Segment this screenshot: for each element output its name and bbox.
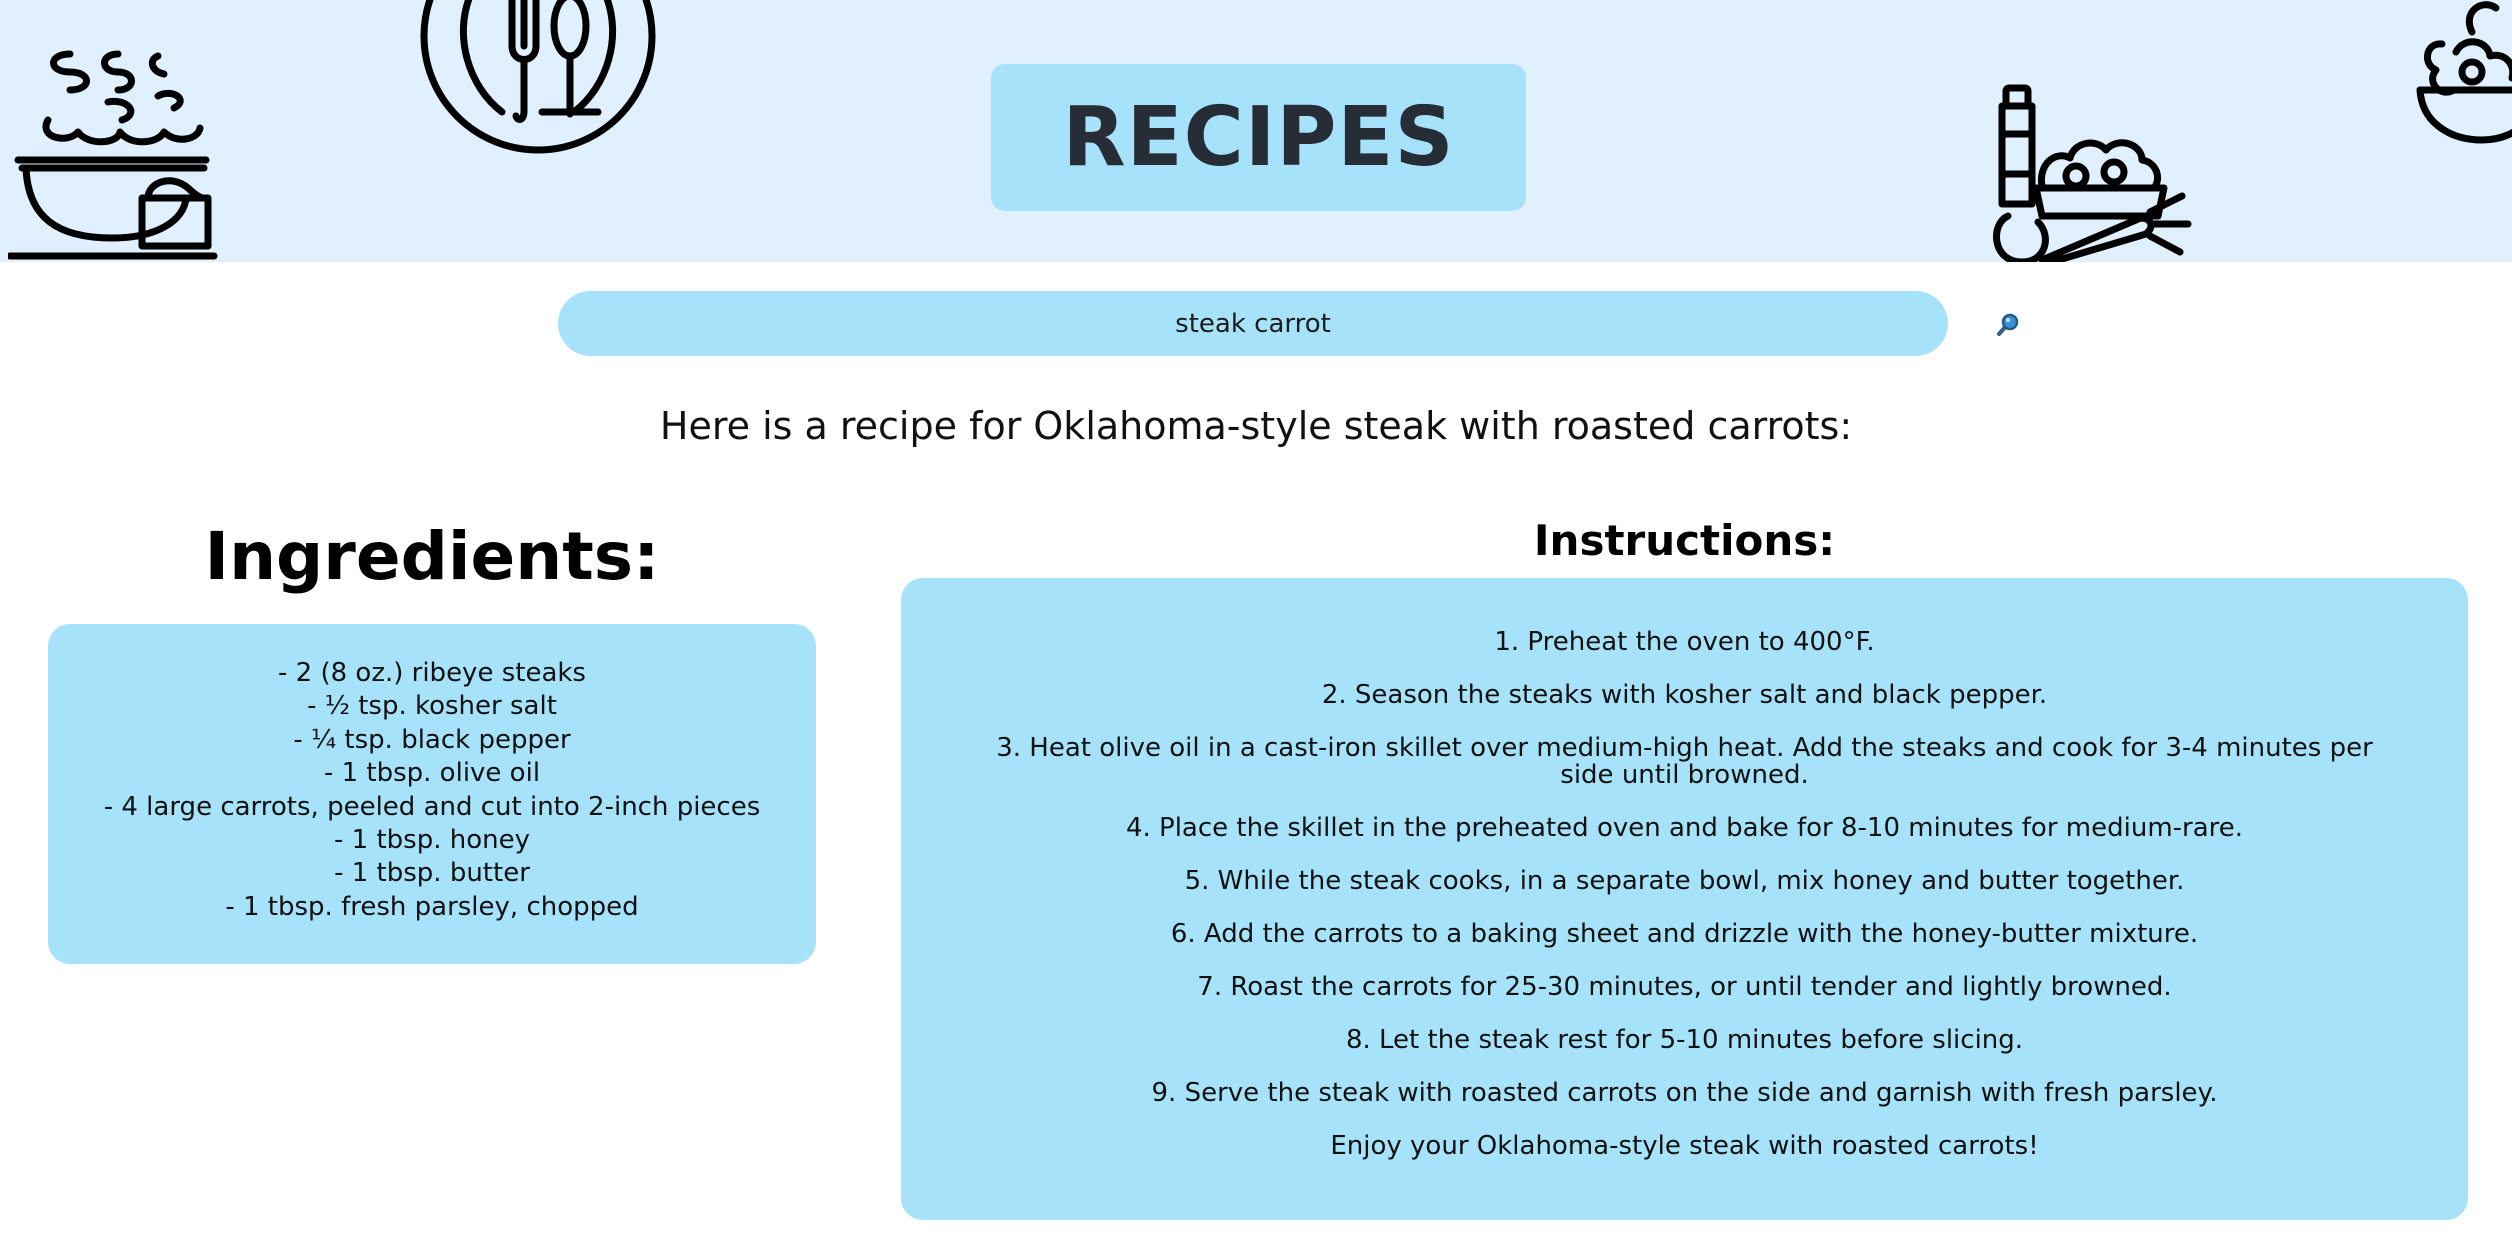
ingredients-panel: - 2 (8 oz.) ribeye steaks - ½ tsp. koshe… bbox=[48, 624, 816, 964]
recipe-intro: Here is a recipe for Oklahoma-style stea… bbox=[659, 404, 1853, 448]
instructions-heading: Instructions: bbox=[1533, 516, 1836, 565]
instruction-step: 1. Preheat the oven to 400°F. bbox=[1494, 627, 1875, 657]
ingredient-item: - ½ tsp. kosher salt bbox=[307, 691, 557, 722]
page-title: RECIPES bbox=[1062, 90, 1455, 185]
instructions-panel: 1. Preheat the oven to 400°F. 2. Season … bbox=[901, 578, 2468, 1220]
instruction-step: 7. Roast the carrots for 25-30 minutes, … bbox=[1197, 972, 2172, 1002]
instruction-step: 5. While the steak cooks, in a separate … bbox=[1184, 866, 2185, 896]
ingredients-heading: Ingredients: bbox=[204, 518, 660, 595]
search-bar[interactable] bbox=[558, 291, 1948, 356]
page-header: RECIPES bbox=[0, 0, 2512, 262]
closing-note: Enjoy your Oklahoma-style steak with roa… bbox=[1330, 1131, 2039, 1161]
ingredient-item: - 1 tbsp. honey bbox=[334, 825, 530, 856]
ingredient-item: - ¼ tsp. black pepper bbox=[293, 724, 571, 755]
instruction-step: 6. Add the carrots to a baking sheet and… bbox=[1170, 919, 2199, 949]
search-input[interactable] bbox=[651, 307, 1855, 340]
salad-bowl-icon bbox=[2412, 0, 2512, 154]
instruction-step: 9. Serve the steak with roasted carrots … bbox=[1151, 1078, 2218, 1108]
instruction-step: 4. Place the skillet in the preheated ov… bbox=[1125, 813, 2244, 843]
instruction-step: 2. Season the steaks with kosher salt an… bbox=[1321, 680, 2048, 710]
search-button[interactable] bbox=[1990, 308, 2024, 342]
ingredient-item: - 1 tbsp. fresh parsley, chopped bbox=[225, 891, 639, 922]
ingredient-item: - 1 tbsp. olive oil bbox=[323, 758, 541, 789]
title-banner: RECIPES bbox=[991, 64, 1526, 211]
ingredient-item: - 4 large carrots, peeled and cut into 2… bbox=[103, 791, 761, 822]
instruction-step: 3. Heat olive oil in a cast-iron skillet… bbox=[996, 733, 2373, 790]
steaming-pot-icon bbox=[8, 48, 218, 262]
groceries-bag-icon bbox=[1986, 84, 2192, 262]
ingredient-item: - 2 (8 oz.) ribeye steaks bbox=[278, 658, 586, 688]
magnifier-icon bbox=[1997, 313, 2019, 336]
plate-fork-spoon-icon bbox=[418, 0, 660, 162]
ingredient-item: - 1 tbsp. butter bbox=[334, 858, 530, 889]
instruction-step: 8. Let the steak rest for 5-10 minutes b… bbox=[1345, 1025, 2024, 1055]
